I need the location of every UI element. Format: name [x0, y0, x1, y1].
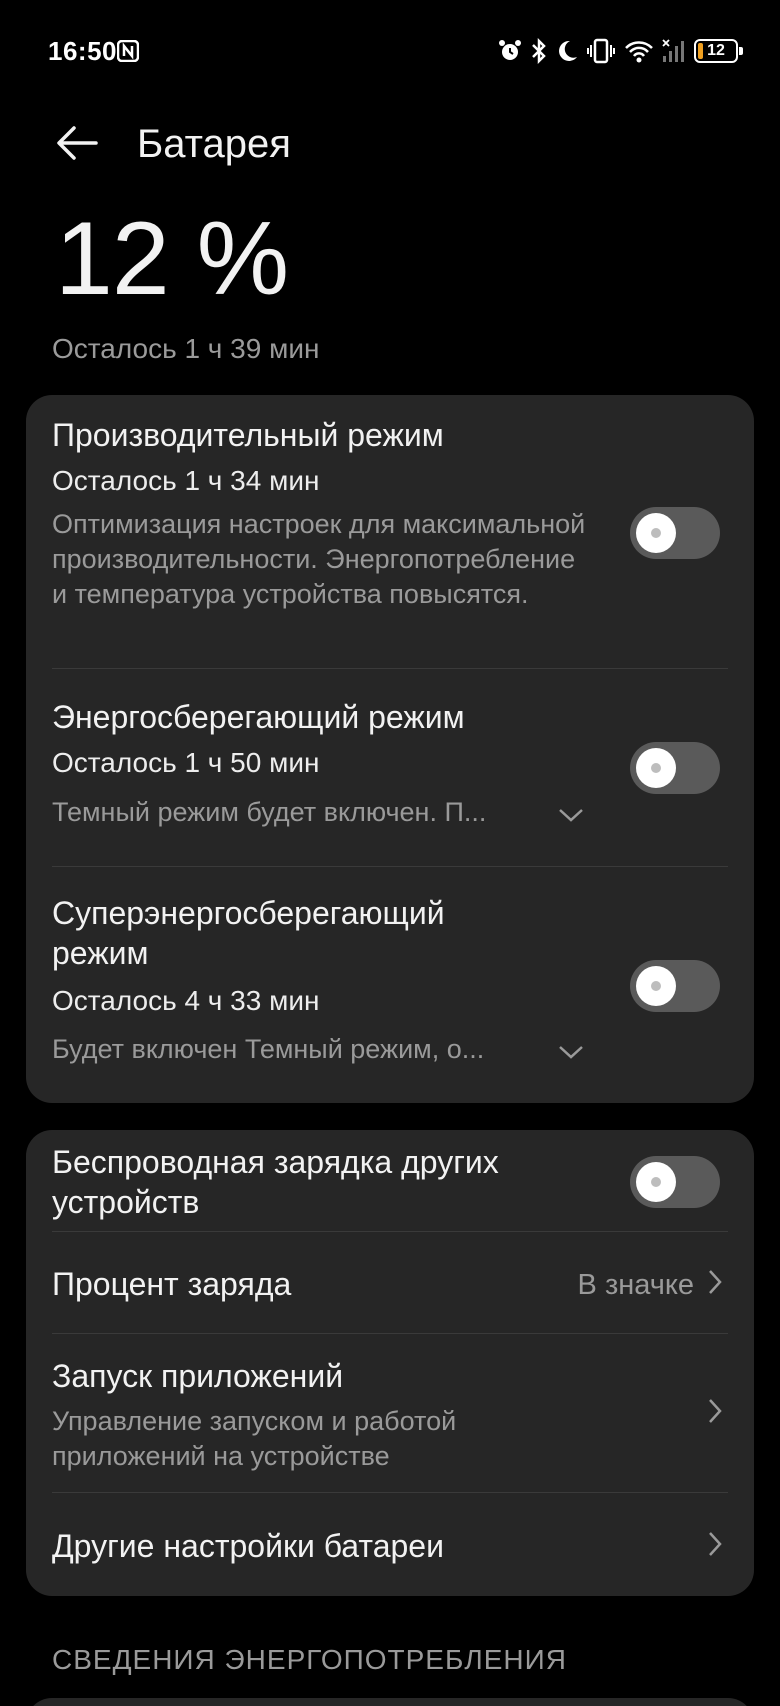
toggle-knob [636, 1162, 676, 1202]
battery-level-fill [698, 43, 703, 59]
ultra-power-saving-mode-toggle[interactable] [630, 960, 720, 1012]
status-icons: 12 [498, 36, 743, 66]
chevron-right-icon[interactable] [706, 1529, 724, 1559]
chevron-right-icon[interactable] [706, 1396, 724, 1426]
status-time: 16:50 [48, 36, 117, 66]
power-saving-mode-toggle[interactable] [630, 742, 720, 794]
bluetooth-icon [532, 38, 546, 64]
performance-mode-toggle[interactable] [630, 507, 720, 559]
other-battery-settings-title[interactable]: Другие настройки батареи [52, 1526, 444, 1566]
moon-icon [559, 40, 577, 61]
performance-mode-remaining: Осталось 1 ч 34 мин [52, 465, 320, 496]
divider [52, 1231, 728, 1232]
wireless-charging-title[interactable]: Беспроводная зарядка других устройств [52, 1142, 592, 1222]
chevron-right-icon[interactable] [706, 1267, 724, 1297]
ultra-power-saving-mode-description: Будет включен Темный режим, о... [52, 1034, 485, 1064]
signal-icon [662, 39, 684, 62]
app-launch-description: Управление запуском и работой приложений… [52, 1406, 457, 1471]
battery-level-text: 12 [707, 42, 725, 59]
ultra-power-saving-mode-title[interactable]: Суперэнергосберегающий режим [52, 893, 532, 973]
charge-percent-value[interactable]: В значке [578, 1269, 694, 1302]
back-arrow-icon[interactable] [52, 118, 102, 168]
divider [52, 668, 728, 669]
app-launch-title[interactable]: Запуск приложений [52, 1356, 343, 1396]
toggle-knob [636, 966, 676, 1006]
battery-settings-card: Беспроводная зарядка других устройств Пр… [26, 1130, 754, 1596]
chevron-down-icon[interactable] [556, 805, 586, 825]
chevron-down-icon[interactable] [556, 1042, 586, 1062]
power-modes-card: Производительный режим Осталось 1 ч 34 м… [26, 395, 754, 1103]
wireless-charging-toggle[interactable] [630, 1156, 720, 1208]
power-saving-mode-remaining: Осталось 1 ч 50 мин [52, 747, 320, 778]
vibrate-icon [587, 38, 615, 64]
performance-mode-description: Оптимизация настроек для максимальной пр… [52, 509, 586, 609]
remaining-time: Осталось 1 ч 39 мин [52, 333, 320, 364]
battery-percent: 12 % [55, 201, 289, 317]
toggle-knob [636, 513, 676, 553]
power-consumption-card [26, 1698, 754, 1706]
status-bar: 16:50 12 [0, 0, 780, 100]
divider [52, 866, 728, 867]
battery-settings-page: 16:50 12 Батарея 12 % Осталось 1 ч 39 ми… [0, 0, 780, 1706]
alarm-icon [499, 40, 521, 60]
battery-icon: 12 [694, 39, 743, 63]
divider [52, 1333, 728, 1334]
power-consumption-section-header: СВЕДЕНИЯ ЭНЕРГОПОТРЕБЛЕНИЯ [52, 1644, 567, 1675]
wifi-icon [625, 41, 653, 63]
power-saving-mode-title[interactable]: Энергосберегающий режим [52, 697, 465, 737]
divider [52, 1492, 728, 1493]
nfc-icon [117, 40, 139, 62]
power-saving-mode-description: Темный режим будет включен. П... [52, 797, 487, 827]
ultra-power-saving-mode-remaining: Осталось 4 ч 33 мин [52, 985, 320, 1016]
page-title: Батарея [137, 122, 291, 166]
performance-mode-title[interactable]: Производительный режим [52, 415, 444, 455]
charge-percent-title[interactable]: Процент заряда [52, 1264, 291, 1304]
toggle-knob [636, 748, 676, 788]
